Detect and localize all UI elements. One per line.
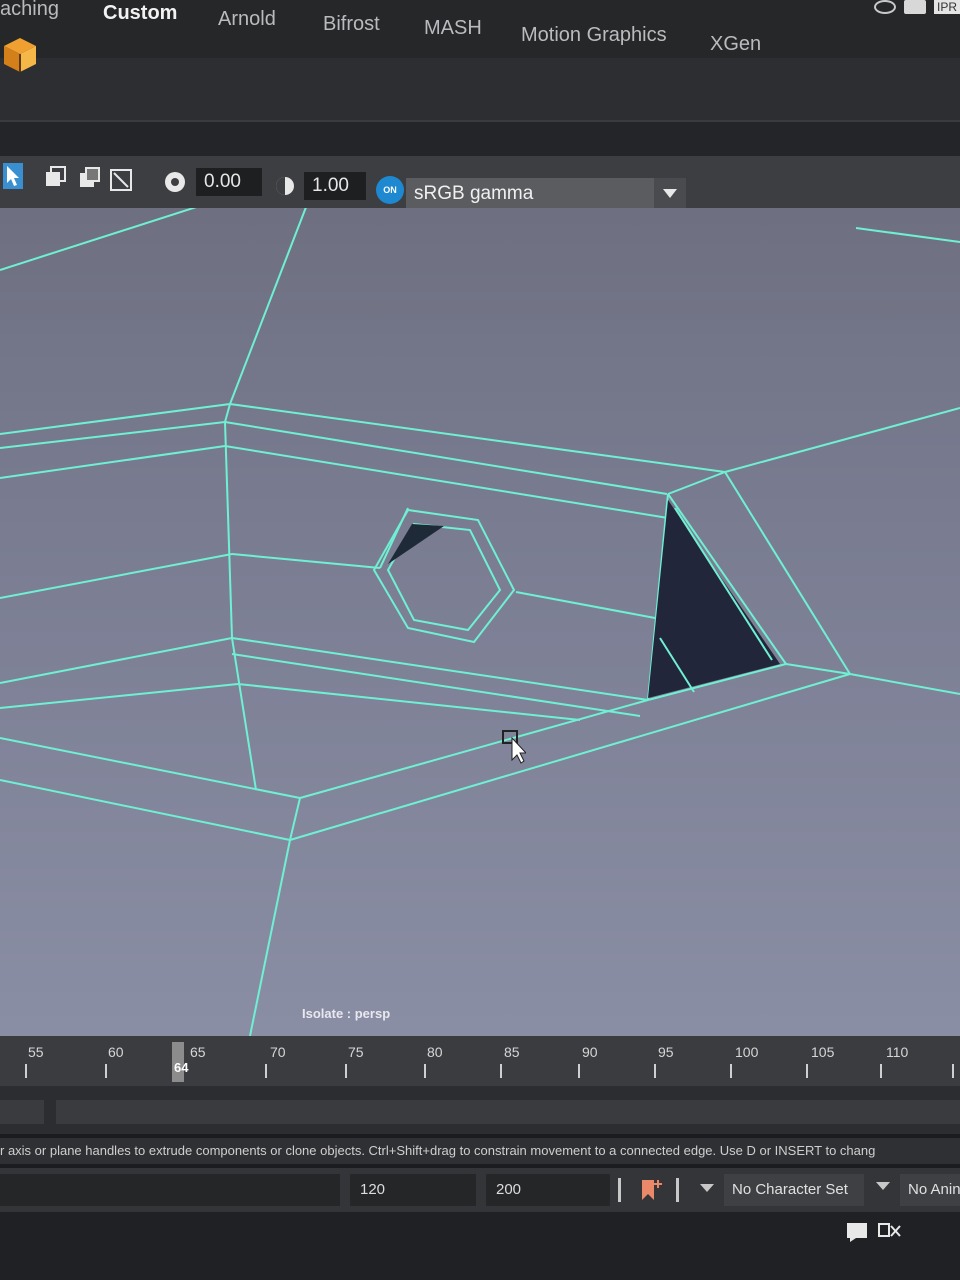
tick-mark (806, 1064, 808, 1078)
persp-viewport[interactable]: Isolate : persp (0, 208, 960, 1036)
tick-mark (578, 1064, 580, 1078)
tick-mark (654, 1064, 656, 1078)
shelf-content (0, 38, 960, 120)
status-icons: IPR (873, 0, 960, 14)
script-editor-icon[interactable] (846, 1222, 868, 1242)
cube-shelf-icon[interactable] (0, 36, 40, 74)
tab-custom[interactable]: Custom (103, 2, 177, 25)
cursor-icon (502, 730, 526, 764)
time-slider[interactable]: 55 60 65 70 75 80 85 90 95 100 105 110 6… (0, 1036, 960, 1086)
xray-icon[interactable] (76, 164, 102, 192)
tick-mark (25, 1064, 27, 1078)
tick-mark (105, 1064, 107, 1078)
tick-mark (730, 1064, 732, 1078)
view-transform-value: sRGB gamma (414, 183, 534, 204)
tick-label: 85 (504, 1044, 520, 1060)
tab-mash[interactable]: MASH (424, 17, 482, 40)
viewport-toolbar: 0.00 1.00 ON sRGB gamma (0, 156, 960, 210)
tab-caching[interactable]: aching (0, 0, 59, 21)
tick-label: 100 (735, 1044, 759, 1060)
tick-label: 105 (811, 1044, 835, 1060)
playback-range-row: 120 200 No Character Set No Anin (0, 1168, 960, 1212)
character-set-select[interactable]: No Character Set (724, 1174, 864, 1206)
tick-label: 80 (427, 1044, 443, 1060)
gamma-field[interactable]: 1.00 (304, 172, 366, 200)
anim-layer-select[interactable]: No Anin (900, 1174, 960, 1206)
tick-label: 55 (28, 1044, 44, 1060)
render-icon[interactable] (903, 0, 926, 14)
tab-arnold[interactable]: Arnold (218, 8, 276, 31)
help-line: r axis or plane handles to extrude compo… (0, 1138, 960, 1164)
chevron-down-icon[interactable] (654, 178, 686, 210)
chevron-down-icon[interactable] (876, 1182, 890, 1192)
tick-mark (880, 1064, 882, 1078)
tick-mark (952, 1064, 954, 1078)
tick-label: 110 (886, 1044, 909, 1060)
tick-mark (500, 1064, 502, 1078)
select-tool-icon[interactable] (0, 162, 26, 190)
divider-icon (676, 1178, 679, 1202)
python-icon[interactable] (878, 1222, 902, 1240)
gamma-icon[interactable] (272, 172, 298, 200)
tab-bifrost[interactable]: Bifrost (323, 13, 380, 36)
current-frame-label: 64 (174, 1060, 189, 1075)
wireframe-on-shaded-icon[interactable] (108, 166, 134, 194)
range-end-input[interactable]: 120 (350, 1174, 476, 1206)
ipr-button[interactable]: IPR (933, 0, 960, 14)
view-transform-select[interactable]: sRGB gamma (406, 178, 686, 210)
range-slider (0, 1086, 960, 1134)
color-management-toggle[interactable]: ON (376, 176, 404, 204)
tick-label: 70 (270, 1044, 286, 1060)
isolate-select-icon[interactable] (42, 163, 68, 191)
tick-label: 65 (190, 1044, 206, 1060)
range-start-field[interactable] (0, 1100, 44, 1124)
panel-divider (0, 120, 960, 158)
anim-end-input[interactable]: 200 (486, 1174, 610, 1206)
tab-xgen[interactable]: XGen (710, 33, 761, 56)
tick-label: 90 (582, 1044, 598, 1060)
tick-label: 95 (658, 1044, 674, 1060)
shelf-tab-bar: aching Custom Arnold Bifrost MASH Motion… (0, 0, 960, 58)
eye-icon[interactable] (873, 0, 896, 14)
tick-label: 75 (348, 1044, 364, 1060)
range-start-input[interactable] (0, 1174, 340, 1206)
tick-mark (424, 1064, 426, 1078)
exposure-icon[interactable] (162, 168, 188, 196)
wireframe-mesh (0, 208, 960, 1036)
tick-mark (265, 1064, 267, 1078)
tick-label: 60 (108, 1044, 124, 1060)
tick-mark (345, 1064, 347, 1078)
chevron-down-icon[interactable] (700, 1184, 714, 1194)
divider-icon (618, 1178, 621, 1202)
exposure-field[interactable]: 0.00 (196, 168, 262, 196)
isolate-label: Isolate : persp (302, 1006, 391, 1021)
tab-motion-graphics[interactable]: Motion Graphics (521, 24, 667, 47)
bookmark-icon[interactable] (640, 1178, 664, 1202)
range-bar[interactable] (56, 1100, 960, 1124)
status-row (0, 1212, 960, 1280)
